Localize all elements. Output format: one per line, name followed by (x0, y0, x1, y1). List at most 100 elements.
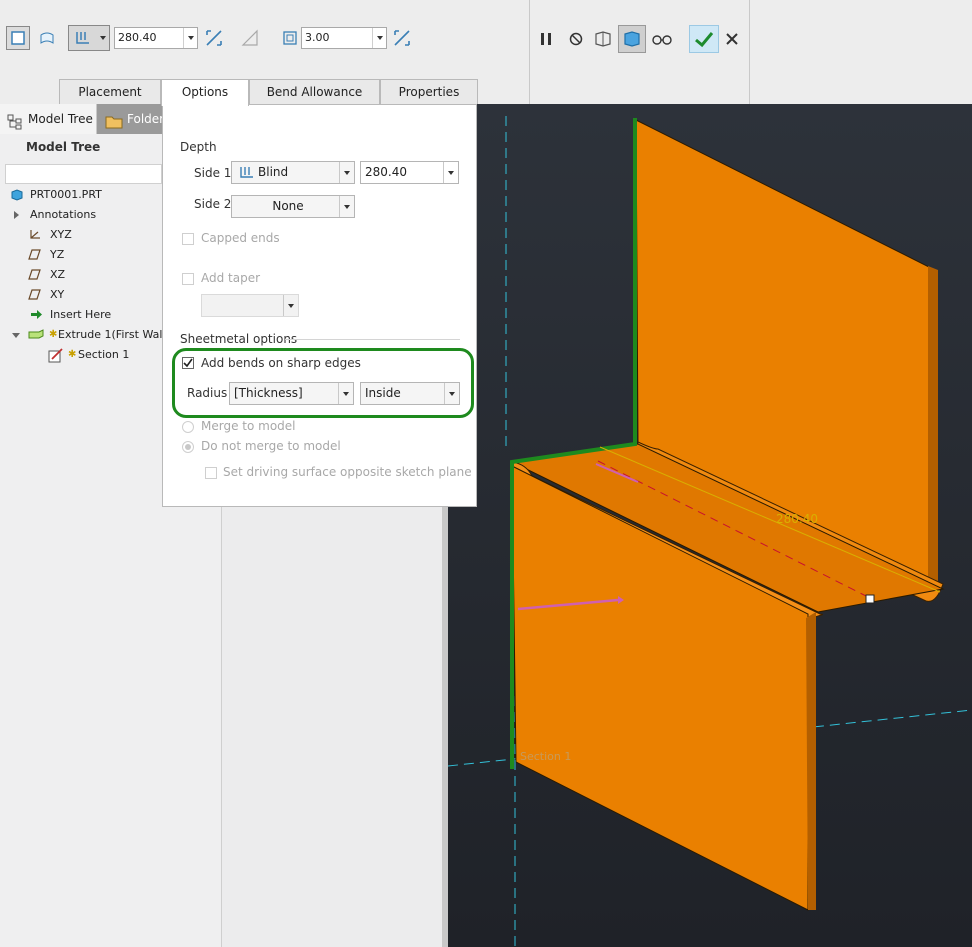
new-feature-marker-icon: ✱ (49, 329, 58, 340)
add-taper-label: Add taper (201, 271, 261, 285)
depth-heading: Depth (180, 140, 217, 154)
pause-button[interactable] (536, 28, 556, 50)
preview-attached-icon (595, 31, 611, 47)
thickness-icon-button (278, 26, 302, 50)
attached-preview-button[interactable] (592, 28, 614, 50)
remove-material-icon (241, 29, 258, 46)
flip-direction-icon (394, 30, 410, 46)
do-not-merge-radio[interactable] (182, 441, 194, 453)
radio-dot-icon (185, 444, 191, 450)
set-driving-surface-label: Set driving surface opposite sketch plan… (223, 465, 472, 479)
ok-button[interactable] (689, 25, 719, 53)
blind-depth-icon (76, 32, 89, 44)
section-divider (285, 339, 460, 340)
options-panel: Depth Side 1 Blind 280.40 Side 2 None Ca… (162, 104, 477, 507)
sheetmetal-options-heading: Sheetmetal options (180, 332, 298, 346)
chevron-down-icon[interactable] (339, 162, 354, 183)
chevron-down-icon[interactable] (339, 196, 354, 217)
checkmark-icon (183, 358, 193, 368)
close-icon (726, 33, 738, 45)
glasses-preview-button[interactable] (650, 28, 674, 50)
tree-item-section[interactable]: ✱ Section 1 (48, 346, 129, 364)
tab-bend-allowance[interactable]: Bend Allowance (249, 79, 380, 104)
pause-icon (541, 33, 551, 45)
tab-options[interactable]: Options (161, 79, 249, 106)
model-tree-filter-input[interactable] (5, 164, 162, 184)
tree-item-plane-xz[interactable]: XZ (28, 266, 65, 284)
side1-label: Side 1 (194, 166, 232, 180)
thickness-value: 3.00 (305, 31, 330, 44)
flip-depth-button[interactable] (202, 26, 226, 50)
add-bends-checkbox[interactable] (182, 357, 194, 369)
part-icon (11, 189, 23, 201)
ribbon-separator (529, 0, 530, 104)
chevron-down-icon[interactable] (372, 28, 386, 48)
radius-side-select[interactable]: Inside (360, 382, 460, 405)
tree-item-csys[interactable]: XYZ (28, 226, 72, 244)
datum-plane-icon (28, 249, 41, 260)
checkmark-icon (695, 32, 714, 48)
verify-preview-button[interactable] (618, 25, 646, 53)
thickness-value-combo[interactable]: 3.00 (301, 27, 387, 49)
glasses-icon (652, 35, 672, 45)
model-tree-icon (7, 111, 23, 141)
datum-plane-icon (28, 289, 41, 300)
sheetmetal-part-model[interactable]: 280.40 Section 1 (448, 104, 972, 947)
datum-plane-icon (28, 269, 41, 280)
depth-value: 280.40 (118, 31, 157, 44)
flip-direction-icon (206, 30, 222, 46)
sketch-icon (48, 348, 63, 363)
ribbon-separator (749, 0, 750, 104)
section-label: Section 1 (520, 750, 571, 763)
tree-item-insert-here[interactable]: Insert Here (30, 306, 111, 324)
chevron-down-icon[interactable] (338, 383, 353, 404)
tab-placement[interactable]: Placement (59, 79, 161, 104)
tab-model-tree[interactable]: Model Tree (0, 104, 97, 134)
model-tree-header: Model Tree (26, 140, 101, 154)
side2-type-select[interactable]: None (231, 195, 355, 218)
solid-type-button[interactable] (6, 26, 30, 50)
coordinate-system-icon (30, 230, 40, 239)
chevron-down-icon[interactable] (443, 162, 458, 183)
chevron-down-icon[interactable] (283, 295, 298, 316)
remove-material-button[interactable] (238, 26, 262, 50)
no-preview-icon (569, 32, 583, 46)
radius-value-select[interactable]: [Thickness] (229, 382, 354, 405)
capped-ends-checkbox[interactable] (182, 233, 194, 245)
add-taper-checkbox[interactable] (182, 273, 194, 285)
tab-folder-browser[interactable]: Folder (97, 104, 162, 134)
chevron-down-icon[interactable] (12, 333, 20, 338)
new-feature-marker-icon: ✱ (68, 349, 77, 360)
tree-item-extrude[interactable]: ✱ Extrude 1(First Wall) (12, 326, 170, 344)
capped-ends-label: Capped ends (201, 231, 280, 245)
graphics-viewport[interactable]: 280.40 Section 1 (448, 104, 972, 947)
folder-tab-label: Folder (127, 112, 162, 126)
tree-item-plane-xy[interactable]: XY (28, 286, 64, 304)
upper-wall-edge (928, 266, 938, 594)
side1-depth-value[interactable]: 280.40 (360, 161, 459, 184)
drag-handle[interactable] (865, 594, 875, 604)
depth-dimension-label[interactable]: 280.40 (776, 512, 818, 526)
merge-to-model-radio[interactable] (182, 421, 194, 433)
chevron-down-icon[interactable] (444, 383, 459, 404)
chevron-down-icon[interactable] (183, 28, 197, 48)
tree-item-part[interactable]: PRT0001.PRT (10, 186, 102, 204)
solid-icon (11, 31, 25, 45)
chevron-right-icon[interactable] (14, 211, 19, 219)
depth-option-button[interactable] (68, 25, 110, 51)
cancel-button[interactable] (722, 28, 742, 50)
tab-properties[interactable]: Properties (380, 79, 478, 104)
preview-icon (624, 31, 640, 47)
surface-type-button[interactable] (36, 26, 58, 50)
tree-item-plane-yz[interactable]: YZ (28, 246, 64, 264)
depth-value-combo[interactable]: 280.40 (114, 27, 198, 49)
model-tree-tab-label: Model Tree (28, 112, 93, 126)
chevron-down-icon (100, 36, 106, 40)
flip-thickness-button[interactable] (390, 26, 414, 50)
tree-item-annotations[interactable]: Annotations (14, 206, 96, 224)
set-driving-surface-checkbox[interactable] (205, 467, 217, 479)
taper-angle-select[interactable] (201, 294, 299, 317)
thickness-icon (283, 31, 297, 45)
no-preview-button[interactable] (566, 28, 586, 50)
side1-type-select[interactable]: Blind (231, 161, 355, 184)
